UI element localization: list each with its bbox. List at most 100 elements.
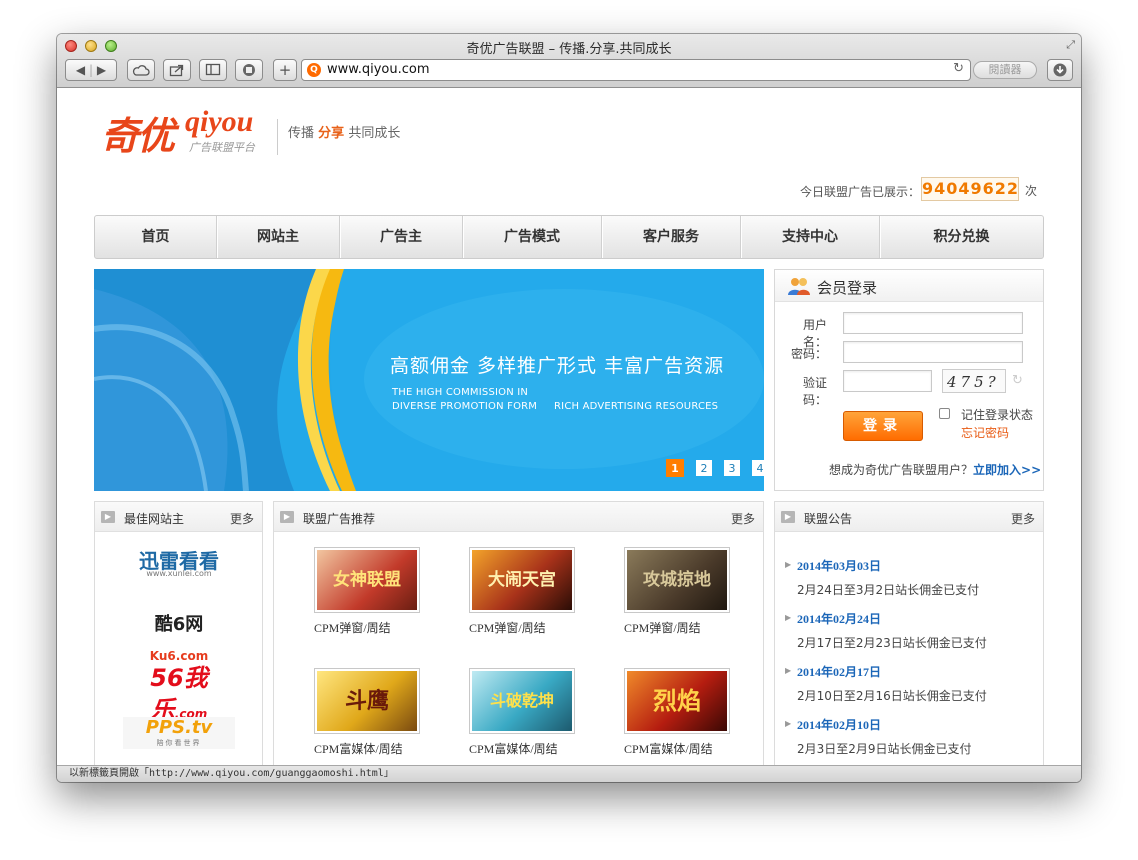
forward-arrow-icon[interactable]: ▶ <box>97 63 106 77</box>
ad-tile-3[interactable]: 攻城掠地 <box>624 547 730 613</box>
notice-text[interactable]: 2月24日至3月2日站长佣金已支付 <box>797 581 979 598</box>
site-favicon-icon: Q <box>307 63 321 77</box>
ad-recommend-title: 联盟广告推荐 <box>303 512 376 526</box>
username-input[interactable] <box>843 312 1023 334</box>
downloads-button[interactable] <box>1047 59 1073 81</box>
site-logo-pps[interactable]: PPS.tv 陪你看世界 <box>123 717 235 749</box>
ad-caption-2[interactable]: CPM弹窗/周结 <box>469 619 546 636</box>
banner-pagination: 1 2 3 4 <box>654 459 764 477</box>
join-prompt: 想成为奇优广告联盟用户？立即加入>> <box>829 461 1041 478</box>
notice-date[interactable]: 2014年03月03日 <box>797 557 881 574</box>
notices-more-link[interactable]: 更多 <box>1011 510 1035 527</box>
plus-icon[interactable]: + <box>279 61 292 79</box>
nav-item-ad-mode[interactable]: 广告模式 <box>463 216 602 258</box>
nav-item-support[interactable]: 支持中心 <box>741 216 880 258</box>
join-now-link[interactable]: 立即加入>> <box>973 463 1041 477</box>
banner-page-2[interactable]: 2 <box>696 460 712 476</box>
promo-banner[interactable]: 高额佣金 多样推广形式 丰富广告资源 THE HIGH COMMISSION I… <box>94 269 764 491</box>
logo-en: qiyou <box>185 105 254 138</box>
ad-caption-5[interactable]: CPM富媒体/周结 <box>469 740 558 757</box>
site-logo-ku6[interactable]: 酷6网 Ku6.com <box>123 610 235 663</box>
ad-image-6: 烈焰 <box>627 671 727 731</box>
login-title: 会员登录 <box>817 279 878 297</box>
ad-art-2: 大闹天宫 <box>488 570 556 590</box>
users-icon <box>788 278 810 295</box>
login-button[interactable]: 登录 <box>843 411 923 441</box>
share-button[interactable] <box>163 59 191 81</box>
nav-item-advertiser[interactable]: 广告主 <box>340 216 463 258</box>
back-arrow-icon[interactable]: ◀ <box>76 63 85 77</box>
ad-image-1: 女神联盟 <box>317 550 417 610</box>
ad-caption-4[interactable]: CPM富媒体/周结 <box>314 740 403 757</box>
banner-page-3[interactable]: 3 <box>724 460 740 476</box>
ad-recommend-panel: ▶ 联盟广告推荐 更多 女神联盟 CPM弹窗/周结 大闹天宫 CPM弹窗/周结 … <box>273 501 764 765</box>
logo-subtitle: 广告联盟平台 <box>189 141 255 154</box>
new-tab-button[interactable]: + <box>273 59 297 81</box>
bullet-icon: ▶ <box>785 719 792 728</box>
qiyou-logo[interactable]: 奇优 qiyou 广告联盟平台 <box>101 103 281 159</box>
best-sites-more-link[interactable]: 更多 <box>230 510 254 527</box>
banner-page-4[interactable]: 4 <box>752 460 764 476</box>
nav-item-webmaster[interactable]: 网站主 <box>217 216 340 258</box>
main-nav: 首页 网站主 广告主 广告模式 客户服务 支持中心 积分兑换 <box>94 215 1044 259</box>
banner-subline: THE HIGH COMMISSION IN DIVERSE PROMOTION… <box>392 386 718 414</box>
ad-tile-1[interactable]: 女神联盟 <box>314 547 420 613</box>
notice-date[interactable]: 2014年02月10日 <box>797 716 881 733</box>
notice-date[interactable]: 2014年02月17日 <box>797 663 881 680</box>
ad-recommend-more-link[interactable]: 更多 <box>731 510 755 527</box>
ad-caption-6[interactable]: CPM富媒体/周结 <box>624 740 713 757</box>
ad-caption-1[interactable]: CPM弹窗/周结 <box>314 619 391 636</box>
notice-text[interactable]: 2月3日至2月9日站长佣金已支付 <box>797 740 972 757</box>
remember-me-checkbox[interactable] <box>939 408 950 419</box>
sidebar-button[interactable] <box>199 59 227 81</box>
site-logo-56[interactable]: 56我乐.com <box>123 662 235 724</box>
reader-button[interactable]: 閱讀器 <box>973 61 1037 79</box>
site-name: PPS.tv <box>145 717 213 738</box>
fullscreen-icon[interactable]: ⤢ <box>1066 38 1075 52</box>
banner-page-1[interactable]: 1 <box>666 459 684 477</box>
reload-icon[interactable]: ↻ <box>953 61 964 76</box>
nav-item-customer-service[interactable]: 客户服务 <box>602 216 741 258</box>
forgot-password-link[interactable]: 忘记密码 <box>961 424 1009 441</box>
ad-tile-4[interactable]: 斗鹰 <box>314 668 420 734</box>
captcha-label: 验证码： <box>802 376 827 407</box>
join-question: 想成为奇优广告联盟用户？ <box>829 463 974 477</box>
captcha-input[interactable] <box>843 370 932 392</box>
back-forward-buttons[interactable]: ◀ | ▶ <box>65 59 117 81</box>
nav-item-points[interactable]: 积分兑换 <box>880 216 1043 258</box>
top-sites-icon <box>243 64 255 76</box>
icloud-tabs-button[interactable] <box>127 59 155 81</box>
bullet-icon: ▶ <box>785 666 792 675</box>
notices-title: 联盟公告 <box>804 512 853 526</box>
header-divider <box>277 119 278 155</box>
site-logo-xunlei[interactable]: 迅雷看看 www.xunlei.com <box>123 548 235 580</box>
notices-header: ▶ 联盟公告 更多 <box>775 502 1043 532</box>
notice-text[interactable]: 2月17日至2月23日站长佣金已支付 <box>797 634 987 651</box>
password-input[interactable] <box>843 341 1023 363</box>
slogan-part-3: 共同成长 <box>348 126 401 141</box>
nav-item-home[interactable]: 首页 <box>95 216 217 258</box>
address-bar[interactable]: Q www.qiyou.com ↻ <box>301 59 971 81</box>
captcha-image[interactable]: 475? <box>942 369 1006 393</box>
notice-text[interactable]: 2月10日至2月16日站长佣金已支付 <box>797 687 987 704</box>
ad-caption-3[interactable]: CPM弹窗/周结 <box>624 619 701 636</box>
top-sites-button[interactable] <box>235 59 263 81</box>
refresh-captcha-icon[interactable]: ↻ <box>1012 373 1023 388</box>
notice-date[interactable]: 2014年02月24日 <box>797 610 881 627</box>
panel-arrow-icon: ▶ <box>101 511 115 523</box>
banner-background <box>94 269 764 491</box>
ad-tile-6[interactable]: 烈焰 <box>624 668 730 734</box>
ad-tile-2[interactable]: 大闹天宫 <box>469 547 575 613</box>
slogan-part-1: 传播 <box>288 126 315 141</box>
ad-image-2: 大闹天宫 <box>472 550 572 610</box>
url-text[interactable]: www.qiyou.com <box>327 62 429 77</box>
ad-art-1: 女神联盟 <box>333 570 401 590</box>
ad-art-5: 斗破乾坤 <box>489 691 554 710</box>
site-sub: Ku6.com <box>149 649 209 663</box>
site-sub: 陪你看世界 <box>156 739 202 747</box>
best-sites-panel: ▶ 最佳网站主 更多 迅雷看看 www.xunlei.com 酷6网 Ku6.c… <box>94 501 263 765</box>
ad-tile-5[interactable]: 斗破乾坤 <box>469 668 575 734</box>
sidebar-icon <box>205 63 221 76</box>
ad-image-5: 斗破乾坤 <box>472 671 572 731</box>
remember-me-label[interactable]: 记住登录状态 <box>961 406 1033 423</box>
